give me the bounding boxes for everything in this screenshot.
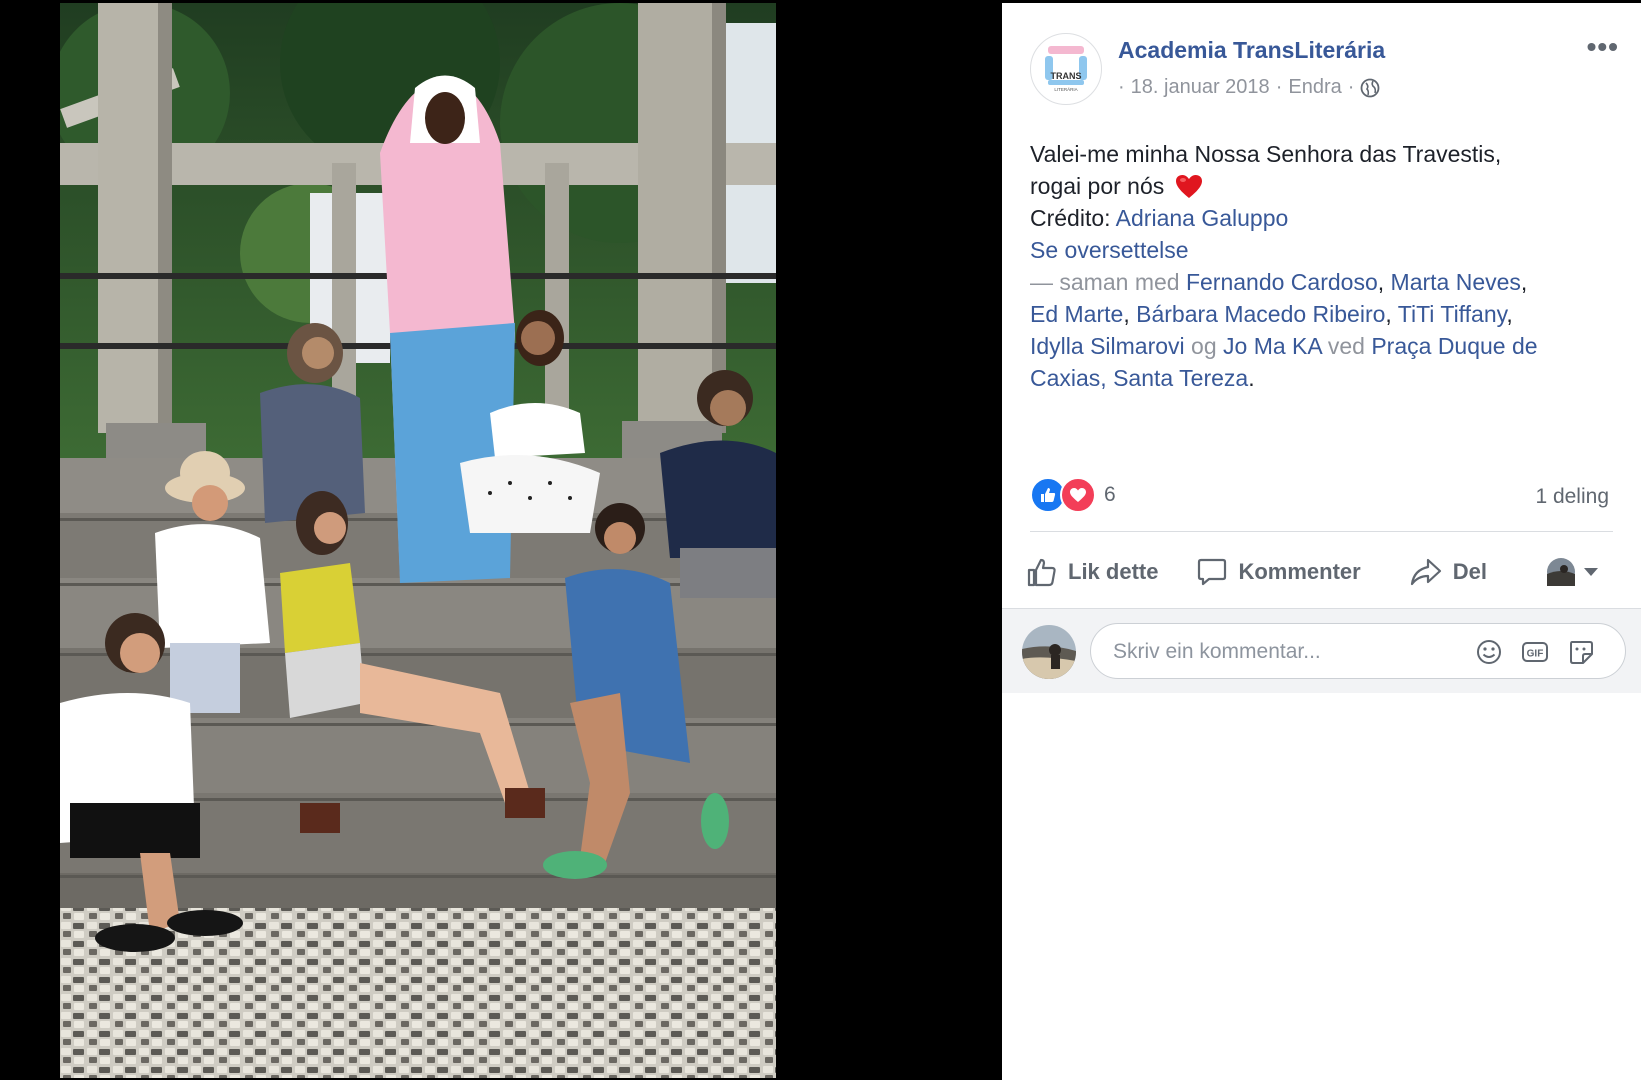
- reactions-summary[interactable]: 6: [1030, 477, 1116, 513]
- share-arrow-icon: [1410, 558, 1441, 586]
- reaction-count: 6: [1104, 483, 1116, 506]
- comment-box: GIF: [1090, 623, 1626, 679]
- tag-comma: ,: [1377, 269, 1385, 295]
- logo-text: TRANS: [1051, 71, 1082, 81]
- comment-bubble-icon: [1198, 558, 1227, 586]
- action-bar: Lik dette Kommenter Del: [1024, 552, 1619, 592]
- and-word: og: [1191, 333, 1217, 359]
- like-label: Lik dette: [1068, 559, 1159, 584]
- logo-subtext: LITERÁRIA: [1054, 86, 1077, 92]
- comment-button[interactable]: Kommenter: [1196, 556, 1361, 588]
- chevron-down-icon: [1584, 568, 1598, 576]
- photo-viewer: [0, 0, 1002, 1080]
- tag-comma: ,: [1520, 269, 1528, 295]
- post-text-line: Valei-me minha Nossa Senhora das Travest…: [1030, 141, 1502, 167]
- gif-label: GIF: [1527, 649, 1544, 660]
- location-link[interactable]: Praça Duque de: [1371, 333, 1537, 359]
- comment-composer: GIF: [1002, 608, 1641, 693]
- tagged-person-link[interactable]: TiTi Tiffany: [1398, 301, 1507, 327]
- smiley-icon[interactable]: [1475, 638, 1503, 666]
- tagged-with-label: — saman med: [1030, 269, 1180, 295]
- edited-label[interactable]: Endra: [1288, 76, 1341, 99]
- share-button[interactable]: Del: [1409, 556, 1487, 588]
- tagged-person-link[interactable]: Idylla Silmarovi: [1030, 333, 1185, 359]
- sticker-icon[interactable]: [1567, 638, 1595, 666]
- tagged-person-link[interactable]: Jo Ma KA: [1223, 333, 1321, 359]
- tag-comma: ,: [1506, 301, 1513, 327]
- page-logo: TRANS LITERÁRIA: [1045, 46, 1087, 92]
- post-as-selector[interactable]: [1547, 558, 1599, 586]
- love-reaction-icon: [1060, 477, 1096, 513]
- meta-separator: ·: [1118, 76, 1125, 98]
- more-options-button[interactable]: •••: [1587, 33, 1619, 61]
- thumbs-up-icon: [1027, 558, 1056, 587]
- tagged-person-link[interactable]: Ed Marte: [1030, 301, 1123, 327]
- globe-icon[interactable]: [1360, 78, 1380, 98]
- current-user-avatar[interactable]: [1022, 625, 1076, 679]
- location-link[interactable]: Caxias, Santa Tereza: [1030, 365, 1248, 391]
- heart-emoji: [1175, 175, 1202, 198]
- post-meta: · 18. januar 2018 · Endra ·: [1118, 76, 1380, 99]
- post-photo[interactable]: [60, 3, 776, 1078]
- post-body: Valei-me minha Nossa Senhora das Travest…: [1030, 138, 1610, 394]
- comment-input[interactable]: [1111, 634, 1415, 670]
- tagged-person-link[interactable]: Fernando Cardoso: [1186, 269, 1378, 295]
- divider: [1030, 531, 1613, 532]
- at-word: ved: [1327, 333, 1365, 359]
- tag-comma: ,: [1123, 301, 1130, 327]
- comment-label: Kommenter: [1238, 559, 1361, 584]
- credit-name-link[interactable]: Adriana Galuppo: [1116, 205, 1289, 231]
- post-date[interactable]: 18. januar 2018: [1131, 76, 1270, 99]
- see-translation-link[interactable]: Se oversettelse: [1030, 234, 1610, 266]
- meta-separator: ·: [1275, 76, 1283, 98]
- tagged-person-link[interactable]: Bárbara Macedo Ribeiro: [1136, 301, 1385, 327]
- share-count[interactable]: 1 deling: [1535, 485, 1609, 509]
- share-label: Del: [1452, 559, 1487, 584]
- like-button[interactable]: Lik dette: [1026, 556, 1158, 588]
- page-name-link[interactable]: Academia TransLiterária: [1118, 37, 1385, 64]
- tag-period: .: [1248, 365, 1255, 391]
- tag-comma: ,: [1385, 301, 1392, 327]
- page-avatar[interactable]: TRANS LITERÁRIA: [1030, 33, 1102, 105]
- post-panel: TRANS LITERÁRIA Academia TransLiterária …: [1002, 3, 1641, 1080]
- post-text-line: rogai por nós: [1030, 173, 1165, 199]
- tagged-person-link[interactable]: Marta Neves: [1391, 269, 1521, 295]
- credit-label: Crédito:: [1030, 205, 1111, 231]
- meta-separator: ·: [1347, 76, 1355, 98]
- user-avatar-small: [1547, 558, 1575, 586]
- gif-icon[interactable]: GIF: [1521, 638, 1549, 666]
